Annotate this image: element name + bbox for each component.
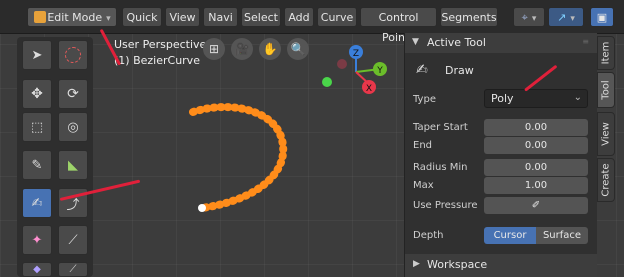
pressure-pen-icon: ✐ <box>531 200 541 211</box>
scale-icon: ⬚ <box>30 119 44 135</box>
depth-cursor-option[interactable]: Cursor <box>484 227 536 244</box>
workspace-title: Workspace <box>427 258 488 271</box>
active-tool-header[interactable]: ▼ Active Tool ≡ <box>405 33 597 53</box>
tab-item-label: Item <box>600 41 612 65</box>
radius-icon: ✦ <box>31 232 43 248</box>
tool-annotate[interactable]: ✎ <box>22 150 52 180</box>
tab-create-label: Create <box>600 163 612 197</box>
tool-extra[interactable]: ⟋ <box>58 262 88 277</box>
active-tool-title: Active Tool <box>427 36 486 49</box>
tool-radius[interactable]: ✦ <box>22 225 52 255</box>
radius-min-label: Radius Min <box>413 162 468 173</box>
sidebar-panel: ▼ Active Tool ≡ ✍ Draw Type Poly ⌄ Taper… <box>404 33 597 277</box>
type-label: Type <box>413 94 436 105</box>
chevron-down-icon: ⌄ <box>573 92 582 103</box>
tab-view-label: View <box>600 122 612 146</box>
draw-tool-icon: ✍ <box>416 62 428 78</box>
move-icon: ✥ <box>31 86 43 102</box>
chevron-right-icon: ▶ <box>413 259 420 269</box>
use-pressure-label: Use Pressure <box>413 200 478 211</box>
drag-handle-icon[interactable]: ≡ <box>582 37 589 46</box>
depth-label: Depth <box>413 230 444 241</box>
taper-start-label: Taper Start <box>413 122 468 133</box>
taper-end-field[interactable]: 0.00 <box>484 137 588 154</box>
chevron-down-icon: ▼ <box>412 37 419 47</box>
tool-select-tweak[interactable]: ➤ <box>22 40 52 70</box>
depth-surface-option[interactable]: Surface <box>536 227 588 244</box>
tool-transform[interactable]: ◎ <box>58 112 88 142</box>
rotate-icon: ⟳ <box>67 86 79 102</box>
radius-max-field[interactable]: 1.00 <box>484 177 588 194</box>
draw-curve-icon: ✍ <box>31 195 43 211</box>
tab-item[interactable]: Item <box>597 36 615 70</box>
annotate-pen-icon: ✎ <box>31 157 43 173</box>
tool-name: Draw <box>445 64 474 77</box>
max-label: Max <box>413 180 434 191</box>
taper-start-field[interactable]: 0.00 <box>484 119 588 136</box>
end-label: End <box>413 140 433 151</box>
tab-tool-label: Tool <box>600 80 612 100</box>
curve-endpoint <box>198 204 206 212</box>
transform-icon: ◎ <box>67 119 79 135</box>
randomize-icon: ◆ <box>33 264 41 275</box>
tilt-icon: ⟋ <box>68 232 78 248</box>
tool-measure[interactable]: ◣ <box>58 150 88 180</box>
use-pressure-button[interactable]: ✐ <box>484 197 588 214</box>
tool-tilt[interactable]: ⟋ <box>58 225 88 255</box>
cursor-arrow-icon: ➤ <box>31 47 43 63</box>
tool-move[interactable]: ✥ <box>22 79 52 109</box>
tab-create[interactable]: Create <box>597 158 615 202</box>
type-value: Poly <box>491 92 514 105</box>
type-dropdown[interactable]: Poly ⌄ <box>484 89 588 108</box>
tool-rotate[interactable]: ⟳ <box>58 79 88 109</box>
tool-draw[interactable]: ✍ <box>22 188 52 218</box>
radius-min-field[interactable]: 0.00 <box>484 159 588 176</box>
extra-tool-icon: ⟋ <box>69 264 77 275</box>
measure-ruler-icon: ◣ <box>68 157 78 173</box>
tool-scale[interactable]: ⬚ <box>22 112 52 142</box>
workspace-header[interactable]: ▶ Workspace <box>405 254 597 277</box>
tab-tool[interactable]: Tool <box>597 72 615 108</box>
tool-cursor[interactable] <box>58 40 88 70</box>
tab-view[interactable]: View <box>597 112 615 156</box>
crosshair-cursor-icon <box>65 47 81 63</box>
tool-randomize[interactable]: ◆ <box>22 262 52 277</box>
